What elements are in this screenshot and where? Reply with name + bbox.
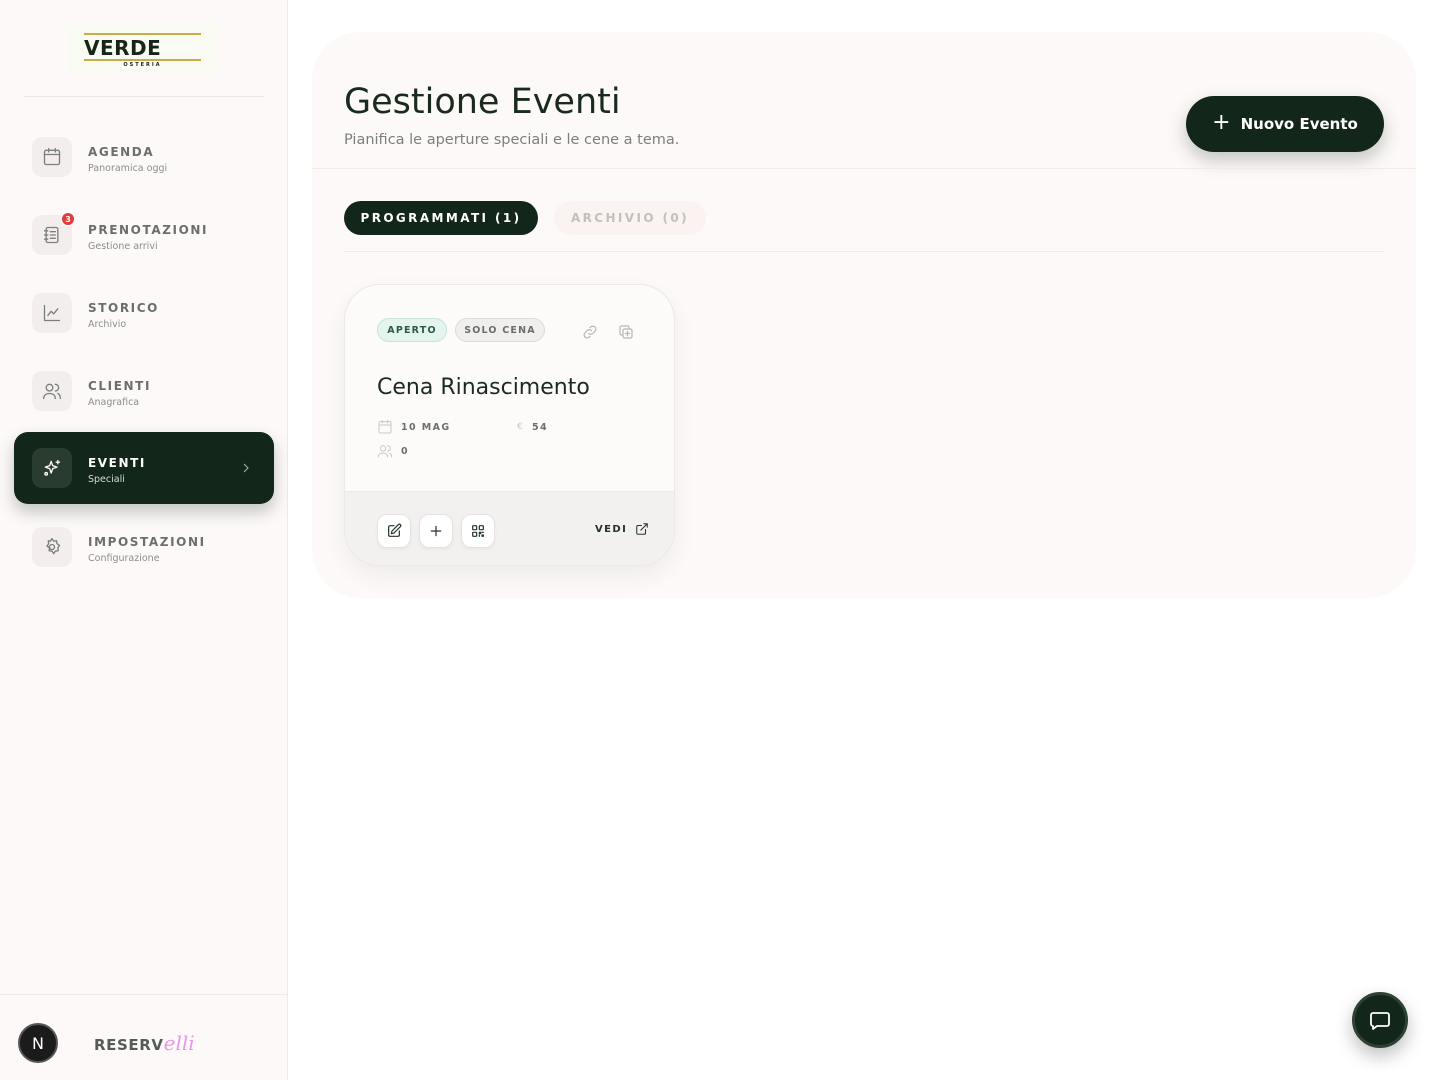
euro-icon: € [517, 422, 523, 432]
event-price: 54 [532, 422, 549, 433]
sidebar-item-sublabel: Speciali [88, 474, 125, 485]
external-link-icon [636, 523, 648, 535]
brand-logo: RESERVelli [94, 1031, 195, 1055]
page-title: Gestione Eventi [344, 82, 621, 122]
logo-name: VERDE [84, 36, 162, 60]
plus-icon [430, 525, 442, 537]
view-label: VEDI [595, 523, 628, 535]
brand-script: elli [163, 1031, 195, 1055]
sidebar-item-label: STORICO [88, 301, 159, 315]
tabs-divider [344, 251, 1384, 252]
sidebar-item-clienti[interactable]: CLIENTI Anagrafica [14, 355, 274, 427]
logo-line [84, 59, 201, 61]
sidebar-item-sublabel: Anagrafica [88, 397, 140, 408]
sidebar-item-label: CLIENTI [88, 379, 152, 393]
status-badge: APERTO [377, 318, 447, 342]
sidebar-item-impostazioni[interactable]: IMPOSTAZIONI Configurazione [14, 511, 274, 583]
sidebar-item-label: AGENDA [88, 145, 155, 159]
sidebar-item-sublabel: Gestione arrivi [88, 241, 158, 252]
sidebar-item-eventi[interactable]: EVENTI Speciali [14, 432, 274, 504]
sidebar-item-label: IMPOSTAZIONI [88, 535, 206, 549]
copy-icon[interactable] [617, 323, 635, 341]
qr-code-button[interactable] [461, 514, 495, 548]
chart-line-icon [32, 293, 72, 333]
event-card[interactable]: APERTO SOLO CENA Cena Rinascimento 10 MA… [344, 284, 675, 566]
plus-icon: + [1212, 110, 1231, 135]
type-badge: SOLO CENA [455, 318, 545, 342]
users-icon [32, 371, 72, 411]
add-button[interactable] [419, 514, 453, 548]
logo-subtitle: OSTERIA [123, 62, 162, 68]
chevron-right-icon [238, 460, 254, 476]
tab-archivio[interactable]: ARCHIVIO (0) [554, 201, 706, 235]
sidebar: VERDE OSTERIA AGENDA Panoramica oggi 3 P… [0, 0, 288, 1080]
event-card-footer: VEDI [345, 491, 674, 565]
gear-icon [32, 527, 72, 567]
sidebar-item-sublabel: Archivio [88, 319, 127, 330]
sidebar-item-storico[interactable]: STORICO Archivio [14, 277, 274, 349]
avatar[interactable]: N [18, 1023, 58, 1063]
view-event-link[interactable]: VEDI [595, 522, 649, 536]
calendar-icon [377, 419, 393, 435]
main-panel: Gestione Eventi Pianifica le aperture sp… [312, 32, 1416, 598]
header-divider [312, 168, 1416, 169]
page-subtitle: Pianifica le aperture speciali e le cene… [344, 132, 680, 148]
sidebar-item-sublabel: Configurazione [88, 553, 160, 564]
sidebar-item-agenda[interactable]: AGENDA Panoramica oggi [14, 121, 274, 193]
event-name: Cena Rinascimento [377, 375, 590, 400]
sparkles-icon [32, 448, 72, 488]
tab-programmati[interactable]: PROGRAMMATI (1) [344, 201, 538, 235]
edit-icon [388, 523, 402, 537]
sidebar-item-prenotazioni[interactable]: 3 PRENOTAZIONI Gestione arrivi [14, 199, 274, 271]
sidebar-item-sublabel: Panoramica oggi [88, 163, 168, 174]
calendar-icon [32, 137, 72, 177]
notification-badge: 3 [60, 211, 76, 227]
restaurant-logo[interactable]: VERDE OSTERIA [68, 24, 218, 74]
sidebar-item-label: PRENOTAZIONI [88, 223, 209, 237]
edit-button[interactable] [377, 514, 411, 548]
event-date: 10 MAG [401, 422, 451, 433]
sidebar-item-label: EVENTI [88, 456, 146, 470]
chat-icon [1370, 1012, 1390, 1030]
brand-main: RESERV [94, 1036, 164, 1054]
sidebar-footer: N RESERVelli [0, 994, 288, 1080]
users-icon [377, 443, 393, 459]
logo-line [84, 33, 201, 35]
new-event-label: Nuovo Evento [1240, 115, 1358, 133]
link-icon[interactable] [581, 323, 599, 341]
sidebar-divider [24, 96, 264, 97]
new-event-button[interactable]: + Nuovo Evento [1186, 96, 1384, 152]
qr-code-icon [472, 525, 484, 537]
chat-button[interactable] [1352, 992, 1408, 1048]
event-guests: 0 [401, 446, 410, 457]
